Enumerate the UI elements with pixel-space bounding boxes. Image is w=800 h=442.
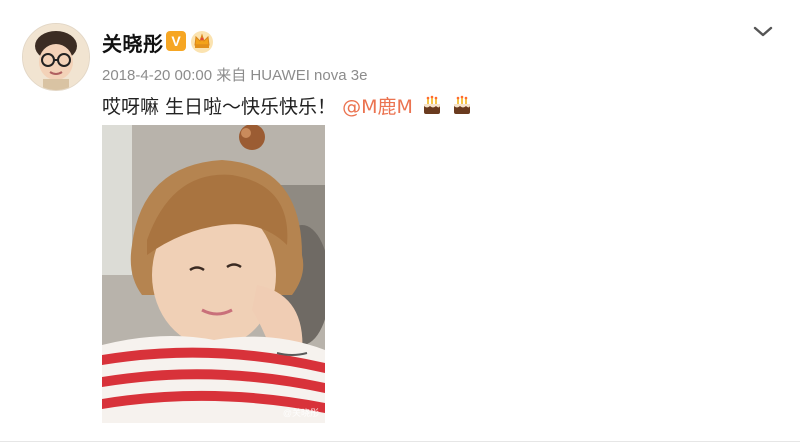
mention-link[interactable]: @M鹿M xyxy=(342,96,413,118)
post-photo xyxy=(102,125,325,423)
crown-icon xyxy=(191,31,213,53)
chevron-down-icon[interactable] xyxy=(752,22,774,40)
post-image[interactable]: @关晓彤 xyxy=(102,125,325,423)
post-text: 哎呀嘛 生日啦～快乐快乐！ @M鹿M xyxy=(102,92,473,119)
username[interactable]: 关晓彤 xyxy=(102,28,164,57)
cake-icon xyxy=(453,95,470,114)
post-body: 哎呀嘛 生日啦～快乐快乐！ xyxy=(102,96,337,118)
verified-badge-icon: V xyxy=(166,31,186,51)
weibo-post-card: 关晓彤 V 2018-4-20 00:00 来自 HUAWEI nova 3e … xyxy=(0,0,800,442)
cake-icon xyxy=(423,95,440,114)
image-watermark: @关晓彤 xyxy=(282,408,319,418)
avatar-image xyxy=(23,24,89,90)
user-avatar[interactable] xyxy=(22,23,90,91)
post-meta: 2018-4-20 00:00 来自 HUAWEI nova 3e xyxy=(102,67,368,84)
